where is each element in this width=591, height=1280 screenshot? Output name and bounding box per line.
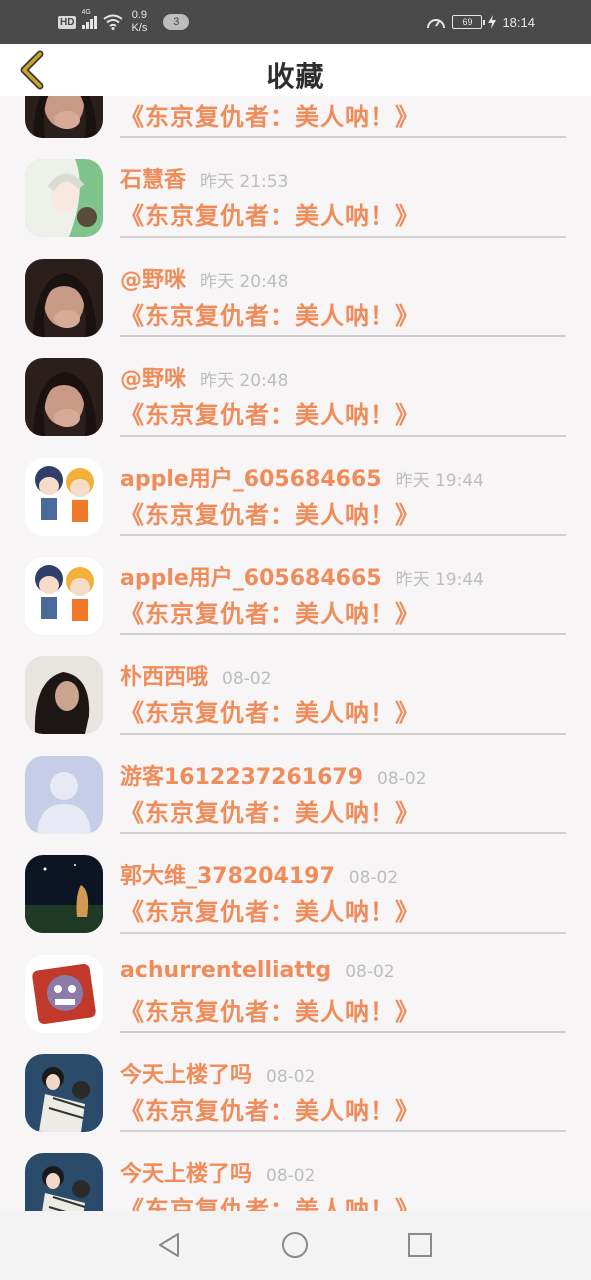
signal-icon: 4G bbox=[81, 9, 98, 29]
timestamp: 08-02 bbox=[377, 768, 427, 789]
page-header: 收藏 bbox=[0, 44, 591, 96]
speed-value: 0.9 bbox=[131, 9, 148, 21]
user-name: @野咪 bbox=[120, 267, 187, 293]
list-item[interactable]: apple用户_605684665 昨天 19:44 《东京复仇者：美人呐！》 bbox=[0, 437, 591, 536]
favorite-title: 《东京复仇者：美人呐！》 bbox=[120, 202, 420, 231]
user-name: apple用户_605684665 bbox=[120, 466, 382, 492]
timestamp: 昨天 20:48 bbox=[200, 371, 289, 392]
list-item[interactable]: @野咪 昨天 20:48 《东京复仇者：美人呐！》 bbox=[0, 337, 591, 437]
list-item[interactable]: 石慧香 昨天 21:53 《东京复仇者：美人呐！》 bbox=[0, 138, 591, 238]
avatar[interactable] bbox=[25, 656, 103, 735]
user-name: apple用户_605684665 bbox=[120, 565, 382, 591]
timestamp: 昨天 19:44 bbox=[395, 569, 484, 590]
timestamp: 昨天 21:53 bbox=[200, 172, 289, 193]
charging-icon bbox=[488, 15, 497, 29]
favorite-title: 《东京复仇者：美人呐！》 bbox=[120, 103, 420, 131]
favorite-title: 《东京复仇者：美人呐！》 bbox=[120, 1096, 420, 1125]
name-line: @野咪 昨天 20:48 bbox=[120, 361, 289, 393]
name-line: 今天上楼了吗 08-02 bbox=[120, 1057, 316, 1088]
timestamp: 08-02 bbox=[222, 669, 272, 690]
favorite-title: 《东京复仇者：美人呐！》 bbox=[120, 301, 420, 330]
name-line: 郭大维_378204197 08-02 bbox=[120, 858, 399, 890]
status-bar: HD 4G 0.9 K/s 3 69 18:14 bbox=[0, 0, 591, 44]
name-line: 石慧香 昨天 21:53 bbox=[120, 162, 289, 194]
avatar[interactable] bbox=[25, 96, 103, 138]
battery-level: 69 bbox=[462, 17, 473, 27]
clock: 18:14 bbox=[502, 14, 535, 30]
favorites-list-inner: 《东京复仇者：美人呐！》 石慧香 昨天 21:53 《东京复仇者：美人呐！》 @野咪 昨天… bbox=[0, 96, 591, 1211]
avatar[interactable] bbox=[25, 358, 103, 437]
list-item[interactable]: @野咪 昨天 20:48 《东京复仇者：美人呐！》 bbox=[0, 238, 591, 338]
favorite-title: 《东京复仇者：美人呐！》 bbox=[120, 798, 420, 827]
list-item[interactable]: apple用户_605684665 昨天 19:44 《东京复仇者：美人呐！》 bbox=[0, 536, 591, 636]
list-item[interactable]: 朴西西哦 08-02 《东京复仇者：美人呐！》 bbox=[0, 635, 591, 735]
avatar[interactable] bbox=[25, 556, 103, 635]
battery-icon: 69 bbox=[452, 15, 486, 29]
timestamp: 08-02 bbox=[348, 868, 399, 889]
list-item[interactable]: 郭大维_378204197 08-02 《东京复仇者：美人呐！》 bbox=[0, 834, 591, 934]
favorites-list[interactable]: 《东京复仇者：美人呐！》 石慧香 昨天 21:53 《东京复仇者：美人呐！》 @野咪 昨天… bbox=[0, 96, 591, 1211]
user-name: 朴西西哦 bbox=[120, 665, 209, 691]
system-nav-bar bbox=[0, 1211, 591, 1280]
timestamp: 昨天 19:44 bbox=[395, 470, 484, 491]
avatar[interactable] bbox=[25, 457, 103, 536]
favorite-title: 《东京复仇者：美人呐！》 bbox=[120, 898, 420, 927]
nav-recent-button[interactable] bbox=[403, 1228, 437, 1262]
status-right: 69 18:14 bbox=[426, 10, 535, 34]
timestamp: 08-02 bbox=[266, 1166, 316, 1187]
status-left: HD 4G 0.9 K/s 3 bbox=[58, 8, 190, 36]
avatar[interactable] bbox=[25, 159, 103, 238]
name-line: 今天上楼了吗 08-02 bbox=[120, 1156, 316, 1188]
avatar[interactable] bbox=[25, 1153, 103, 1211]
triangle-back-icon bbox=[159, 1233, 179, 1257]
avatar[interactable] bbox=[25, 855, 103, 934]
user-name: 郭大维_378204197 bbox=[120, 864, 335, 890]
wifi-icon bbox=[103, 14, 124, 30]
favorite-title: 《东京复仇者：美人呐！》 bbox=[120, 500, 420, 529]
list-item[interactable]: 今天上楼了吗 08-02 《东京复仇者：美人呐！》 bbox=[0, 1033, 591, 1133]
list-item[interactable]: 今天上楼了吗 08-02 《东京复仇者：美人呐！》 bbox=[0, 1132, 591, 1211]
favorite-title: 《东京复仇者：美人呐！》 bbox=[120, 599, 420, 628]
avatar[interactable] bbox=[25, 258, 103, 337]
timestamp: 昨天 20:48 bbox=[200, 271, 289, 292]
speedometer-icon bbox=[427, 19, 446, 29]
favorite-title: 《东京复仇者：美人呐！》 bbox=[120, 401, 420, 430]
user-name: 游客1612237261679 bbox=[120, 764, 363, 790]
user-name: achurrentelliattg bbox=[120, 957, 332, 983]
name-line: 游客1612237261679 08-02 bbox=[120, 759, 427, 790]
hd-badge: HD bbox=[58, 15, 77, 29]
user-name: 今天上楼了吗 bbox=[120, 1062, 253, 1088]
signal-label: 4G bbox=[81, 9, 91, 16]
page-title: 收藏 bbox=[266, 60, 325, 93]
network-speed: 0.9 K/s bbox=[131, 9, 147, 35]
avatar[interactable] bbox=[25, 954, 103, 1033]
user-name: @野咪 bbox=[120, 367, 187, 393]
name-line: apple用户_605684665 昨天 19:44 bbox=[120, 461, 484, 492]
user-name: 今天上楼了吗 bbox=[120, 1162, 253, 1188]
list-item[interactable]: 《东京复仇者：美人呐！》 bbox=[0, 96, 591, 139]
favorite-title: 《东京复仇者：美人呐！》 bbox=[120, 1196, 420, 1211]
list-item[interactable]: 游客1612237261679 08-02 《东京复仇者：美人呐！》 bbox=[0, 735, 591, 835]
speed-unit: K/s bbox=[131, 22, 148, 34]
user-name: 石慧香 bbox=[120, 168, 187, 194]
avatar[interactable] bbox=[25, 1053, 103, 1132]
avatar[interactable] bbox=[25, 755, 103, 834]
timestamp: 08-02 bbox=[266, 1066, 316, 1087]
favorite-title: 《东京复仇者：美人呐！》 bbox=[120, 997, 420, 1026]
name-line: 朴西西哦 08-02 bbox=[120, 659, 272, 691]
name-line: achurrentelliattg 08-02 bbox=[120, 958, 395, 988]
square-recent-icon bbox=[408, 1233, 432, 1257]
name-line: apple用户_605684665 昨天 19:44 bbox=[120, 560, 484, 591]
notification-badge: 3 bbox=[163, 14, 190, 30]
timestamp: 08-02 bbox=[345, 961, 395, 982]
circle-home-icon bbox=[282, 1232, 308, 1258]
favorite-title: 《东京复仇者：美人呐！》 bbox=[120, 699, 420, 728]
list-item[interactable]: achurrentelliattg 08-02 《东京复仇者：美人呐！》 bbox=[0, 934, 591, 1033]
nav-home-button[interactable] bbox=[278, 1228, 312, 1262]
name-line: @野咪 昨天 20:48 bbox=[120, 262, 289, 293]
nav-back-button[interactable] bbox=[152, 1228, 186, 1262]
